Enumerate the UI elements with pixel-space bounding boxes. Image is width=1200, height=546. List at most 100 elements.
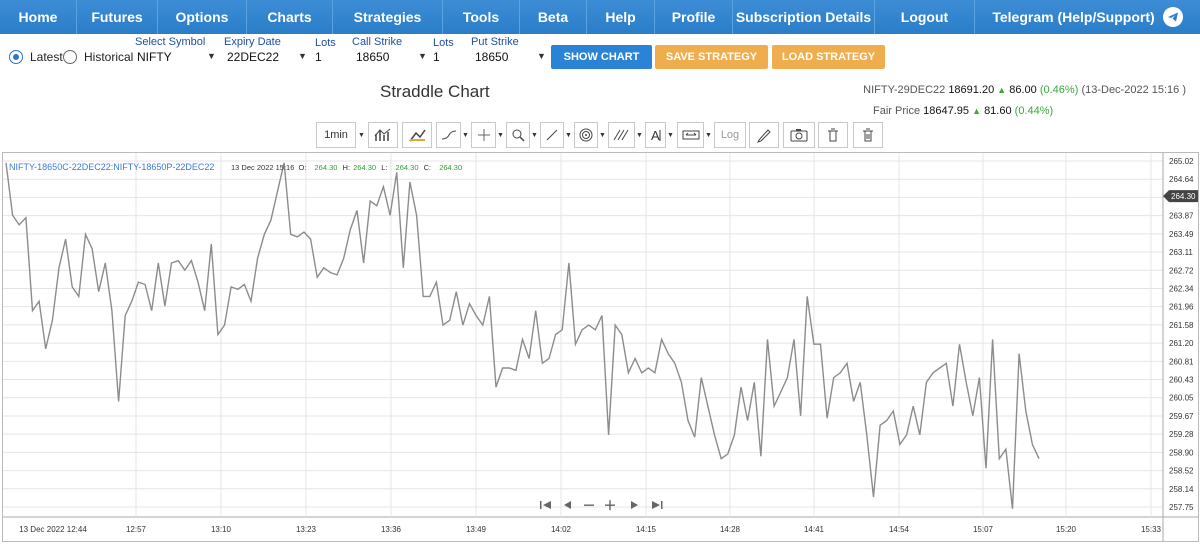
index-quote: NIFTY-29DEC22 18691.20 ▲ 86.00 (0.46%) (… [863, 84, 1186, 96]
x-tick-label: 14:54 [889, 525, 910, 534]
nav-futures[interactable]: Futures [77, 0, 158, 34]
text-icon: A [651, 128, 660, 142]
nav-logout[interactable]: Logout [875, 0, 975, 34]
latest-label: Latest [30, 50, 63, 64]
pattern-button[interactable] [608, 122, 635, 148]
chevron-down-icon: ▼ [207, 51, 216, 61]
x-tick-label: 14:28 [720, 525, 741, 534]
y-tick-label: 259.28 [1169, 430, 1194, 439]
y-tick-label: 261.58 [1169, 321, 1194, 330]
svg-text:A: A [651, 128, 660, 142]
zoom-in-icon[interactable] [605, 500, 615, 511]
nav-charts[interactable]: Charts [247, 0, 333, 34]
y-tick-label: 263.49 [1169, 230, 1194, 239]
nav-profile[interactable]: Profile [655, 0, 733, 34]
y-tick-label: 257.75 [1169, 503, 1194, 512]
telegram-icon [1162, 7, 1183, 27]
fair-price-value: 18647.95 [923, 105, 970, 117]
trash-icon [828, 128, 838, 142]
save-strategy-button[interactable]: SAVE STRATEGY [655, 45, 768, 69]
y-tick-label: 260.81 [1169, 357, 1194, 366]
y-tick-label: 263.11 [1169, 248, 1193, 257]
nav-options[interactable]: Options [158, 0, 247, 34]
price-chart[interactable]: 13 Dec 2022 12:44 12:57 13:10 13:23 13:36 13:… [3, 153, 1198, 541]
x-tick-label: 15:07 [973, 525, 994, 534]
lots2-input[interactable]: 1 [433, 48, 463, 66]
ohlc-open: 264.30 [315, 163, 338, 172]
camera-icon [790, 129, 808, 142]
y-tick-label: 259.67 [1169, 412, 1194, 421]
scroll-left-icon[interactable] [564, 501, 571, 509]
show-chart-button[interactable]: SHOW CHART [551, 45, 652, 69]
x-tick-label: 14:02 [551, 525, 572, 534]
clear-drawings-button[interactable] [818, 122, 848, 148]
trendline-button[interactable] [540, 122, 564, 148]
draw-button[interactable] [749, 122, 779, 148]
measure-button[interactable] [677, 122, 704, 148]
interval-value: 1min [324, 129, 348, 141]
ohlc-o-label: O: [298, 163, 306, 172]
y-tick-label: 258.14 [1169, 485, 1194, 494]
clear-all-button[interactable] [853, 122, 883, 148]
x-tick-label: 13:10 [211, 525, 232, 534]
y-tick-label: 262.72 [1169, 266, 1194, 275]
nav-beta[interactable]: Beta [520, 0, 587, 34]
historical-radio[interactable] [63, 50, 77, 64]
expiry-value: 22DEC22 [227, 50, 280, 64]
go-to-end-icon[interactable] [652, 501, 663, 509]
load-strategy-button[interactable]: LOAD STRATEGY [772, 45, 885, 69]
expiry-label: Expiry Date [224, 36, 281, 48]
nav-subscription-details[interactable]: Subscription Details [733, 0, 875, 34]
go-to-start-icon[interactable] [540, 501, 551, 509]
nav-help[interactable]: Help [587, 0, 655, 34]
log-scale-button[interactable]: Log [714, 122, 746, 148]
x-tick-label: 14:15 [636, 525, 657, 534]
expiry-select[interactable]: 22DEC22 [227, 48, 307, 66]
lots-input[interactable]: 1 [315, 48, 345, 66]
scroll-right-icon[interactable] [631, 501, 638, 509]
x-tick-label: 12:57 [126, 525, 147, 534]
lots2-value: 1 [433, 50, 440, 64]
x-tick-label: 13 Dec 2022 12:44 [19, 525, 87, 534]
index-change-pct: (0.46%) [1039, 84, 1079, 96]
series-legend[interactable]: NIFTY-18650C-22DEC22:NIFTY-18650P-22DEC2… [9, 162, 214, 172]
x-tick-label: 14:41 [804, 525, 825, 534]
main-nav: Home Futures Options Charts Strategies T… [0, 0, 1200, 34]
put-strike-select[interactable]: 18650 [475, 48, 545, 66]
delete-icon [863, 128, 873, 142]
nav-telegram[interactable]: Telegram (Help/Support) [975, 0, 1200, 34]
x-tick-label: 15:20 [1056, 525, 1077, 534]
indicators-button[interactable] [368, 122, 398, 148]
zoom-out-icon[interactable] [584, 504, 594, 506]
interval-select[interactable]: 1min [316, 122, 356, 148]
latest-radio[interactable] [9, 50, 23, 64]
chevron-down-icon: ▼ [358, 131, 365, 139]
ohlc-high: 264.30 [353, 163, 376, 172]
nav-tools[interactable]: Tools [443, 0, 520, 34]
fib-circle-button[interactable] [574, 122, 598, 148]
text-tool-button[interactable]: A [645, 122, 666, 148]
chevron-down-icon: ▼ [418, 51, 427, 61]
put-strike-value: 18650 [475, 50, 509, 64]
nav-strategies[interactable]: Strategies [333, 0, 443, 34]
fair-price-label: Fair Price [873, 105, 921, 117]
chart-style-button[interactable] [402, 122, 432, 148]
nav-home[interactable]: Home [0, 0, 77, 34]
trendline-icon [546, 129, 558, 141]
fair-price-pct: (0.44%) [1014, 105, 1054, 117]
ohlc-close: 264.30 [439, 163, 462, 172]
y-tick-label: 262.34 [1169, 284, 1194, 293]
ohlc-readout: 13 Dec 2022 15:16 O: 264.30 H: 264.30 L:… [231, 163, 462, 172]
ohlc-date: 13 Dec 2022 15:16 [231, 163, 294, 172]
line-type-button[interactable] [436, 122, 461, 148]
y-tick-label: 258.90 [1169, 448, 1194, 457]
indicator-icon [374, 128, 391, 141]
chart-area[interactable]: 13 Dec 2022 12:44 12:57 13:10 13:23 13:36 13:… [2, 152, 1199, 542]
curve-icon [441, 130, 456, 140]
index-symbol: NIFTY-29DEC22 [863, 84, 946, 96]
historical-label: Historical [84, 50, 134, 64]
screenshot-button[interactable] [783, 122, 815, 148]
crosshair-button[interactable] [471, 122, 496, 148]
zoom-button[interactable] [506, 122, 530, 148]
call-strike-select[interactable]: 18650 [356, 48, 426, 66]
